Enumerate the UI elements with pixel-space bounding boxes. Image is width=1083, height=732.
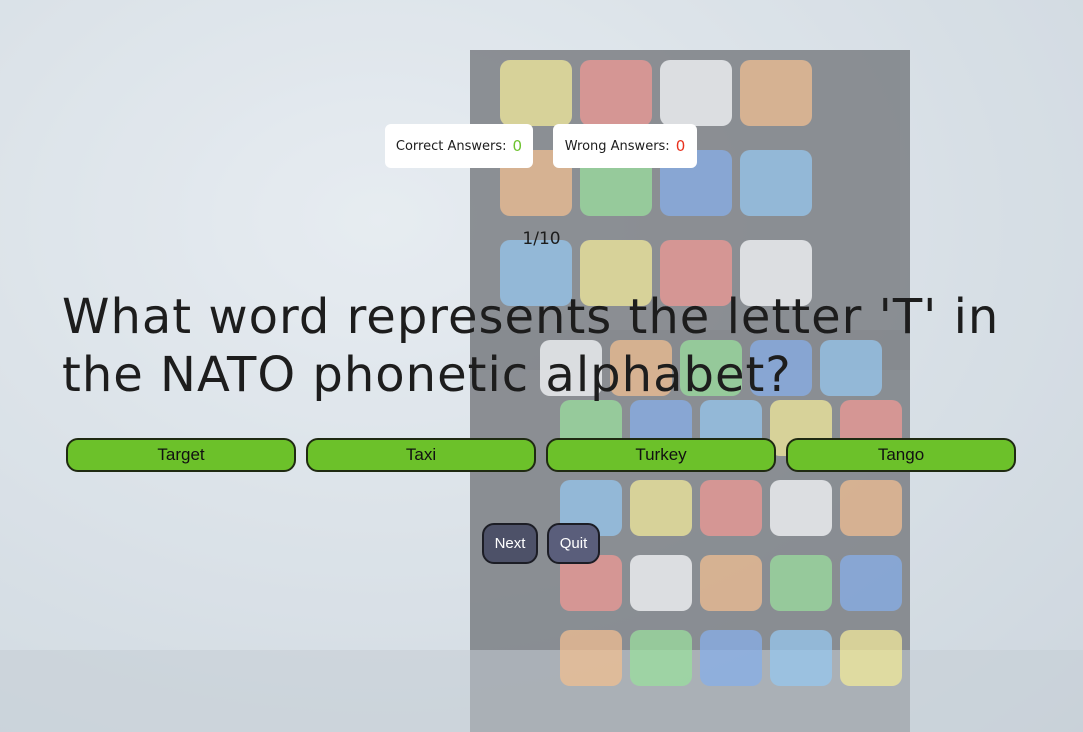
- wrong-answers-count: 0: [675, 137, 686, 155]
- question-progress: 1/10: [522, 229, 561, 249]
- wrong-answers-card: Wrong Answers: 0: [553, 124, 697, 168]
- answer-button-tango[interactable]: Tango: [786, 438, 1016, 472]
- correct-answers-label: Correct Answers:: [395, 138, 507, 154]
- quit-button[interactable]: Quit: [547, 523, 600, 564]
- answer-button-taxi[interactable]: Taxi: [306, 438, 536, 472]
- wrong-answers-label: Wrong Answers:: [564, 138, 670, 154]
- correct-answers-count: 0: [512, 137, 523, 155]
- correct-answers-card: Correct Answers: 0: [385, 124, 533, 168]
- answer-button-turkey[interactable]: Turkey: [546, 438, 776, 472]
- answer-button-target[interactable]: Target: [66, 438, 296, 472]
- question-text: What word represents the letter 'T' in t…: [62, 289, 1000, 403]
- next-button[interactable]: Next: [482, 523, 538, 564]
